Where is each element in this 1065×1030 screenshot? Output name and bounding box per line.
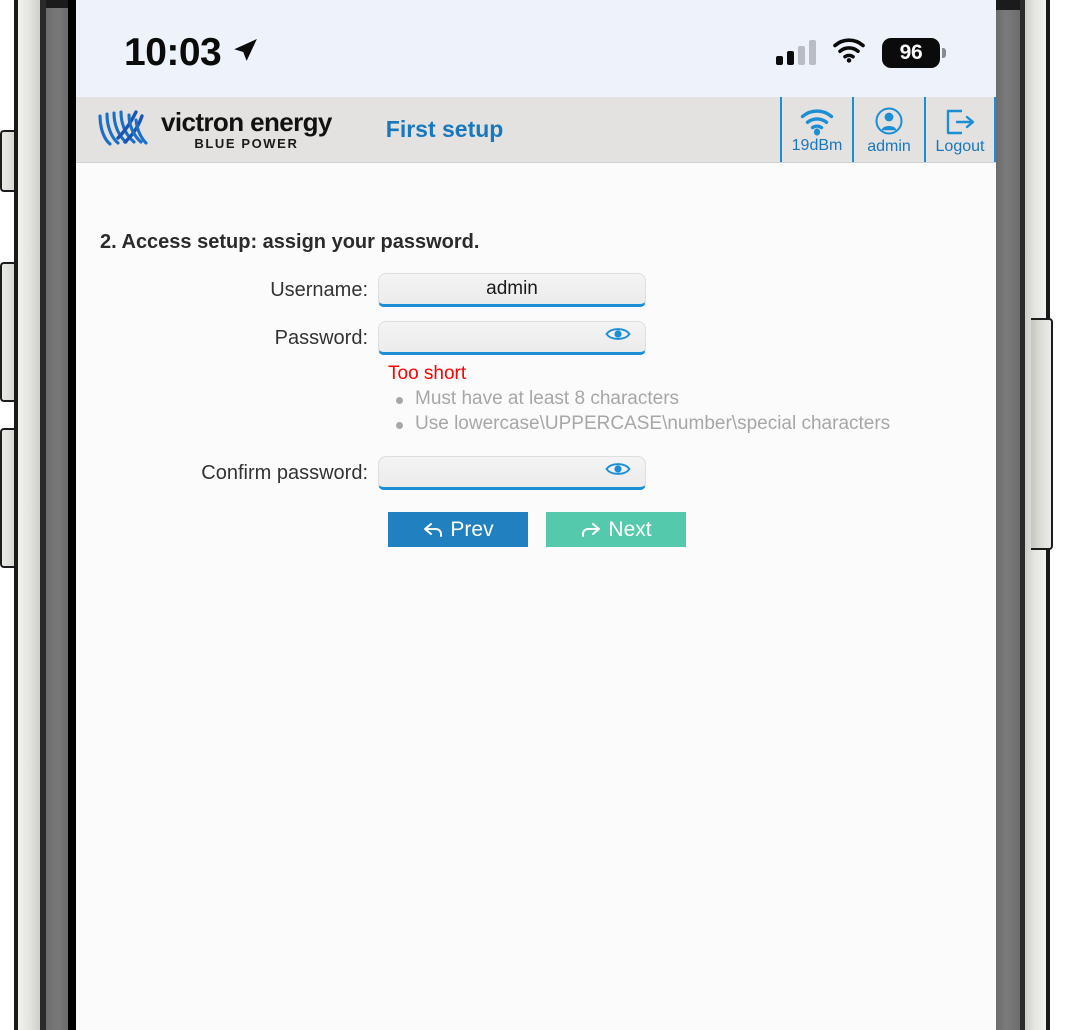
list-item: Must have at least 8 characters [388, 387, 996, 412]
prev-button-label: Prev [450, 517, 494, 541]
password-setup-form: Username: admin Password: Too short Must… [76, 273, 996, 548]
phone-mockup: 10:03 96 victron energy BLUE POWER First… [0, 0, 1065, 1030]
victron-logo: victron energy BLUE POWER [76, 97, 332, 162]
username-input[interactable]: admin [378, 273, 646, 307]
confirm-password-input[interactable] [378, 456, 646, 491]
logout-button[interactable]: Logout [924, 97, 996, 162]
frame-gray-band-left [46, 0, 68, 1030]
wifi-icon [833, 37, 865, 68]
username-label: Username: [270, 278, 368, 301]
location-arrow-icon [230, 35, 260, 70]
show-password-eye-icon[interactable] [605, 326, 631, 348]
password-validation: Too short Must have at least 8 character… [378, 363, 996, 436]
victron-wordmark: victron energy BLUE POWER [161, 109, 332, 150]
wifi-signal-status[interactable]: 19dBm [780, 97, 852, 162]
confirm-password-row: Confirm password: [76, 456, 996, 491]
logo-sub-text: BLUE POWER [194, 136, 299, 151]
app-header: victron energy BLUE POWER First setup 19… [76, 97, 996, 163]
next-button-label: Next [608, 517, 652, 541]
confirm-password-label: Confirm password: [201, 461, 368, 484]
password-error-message: Too short [388, 363, 467, 384]
battery-indicator: 96 [882, 37, 946, 68]
user-account-label: admin [867, 137, 911, 155]
user-account-icon [873, 107, 905, 137]
cellular-signal-icon [776, 39, 816, 65]
battery-level-text: 96 [899, 40, 923, 64]
status-bar-left: 10:03 [124, 31, 260, 75]
username-row: Username: admin [76, 273, 996, 307]
ios-status-bar: 10:03 96 [76, 0, 996, 97]
header-spacer [503, 97, 780, 162]
frame-top-cap-left [46, 0, 68, 8]
section-title: 2. Access setup: assign your password. [100, 231, 480, 253]
status-bar-clock: 10:03 [124, 30, 222, 74]
logo-main-text: victron energy [161, 107, 332, 137]
show-confirm-password-eye-icon[interactable] [605, 461, 631, 483]
frame-silver-band-left [18, 0, 40, 1030]
password-row: Password: [76, 321, 996, 355]
wizard-navigation: Prev Next [378, 512, 996, 548]
frame-bezel-left [68, 0, 76, 1030]
frame-gray-band-right [995, 0, 1020, 1030]
password-input[interactable] [378, 321, 646, 355]
next-arrow-icon [580, 520, 602, 540]
header-tools: 19dBm admin Logout [780, 97, 996, 162]
password-requirements-list: Must have at least 8 characters Use lowe… [388, 387, 996, 436]
password-label: Password: [274, 326, 368, 349]
logout-icon [943, 107, 977, 137]
wifi-signal-label: 19dBm [791, 136, 843, 154]
page-title: First setup [385, 116, 504, 142]
status-bar-right: 96 [776, 37, 946, 68]
logout-label: Logout [935, 137, 985, 155]
prev-arrow-icon [422, 520, 444, 540]
power-button[interactable] [1031, 318, 1053, 550]
victron-mark-icon [96, 106, 152, 153]
username-value: admin [486, 278, 538, 299]
list-item: Use lowercase\UPPERCASE\number\special c… [388, 412, 996, 437]
wifi-signal-icon [800, 108, 834, 136]
user-account-button[interactable]: admin [852, 97, 924, 162]
main-content: 2. Access setup: assign your password. U… [76, 163, 996, 1030]
prev-button[interactable]: Prev [388, 512, 528, 548]
next-button[interactable]: Next [546, 512, 686, 548]
phone-screen: 10:03 96 victron energy BLUE POWER First… [76, 0, 996, 1030]
